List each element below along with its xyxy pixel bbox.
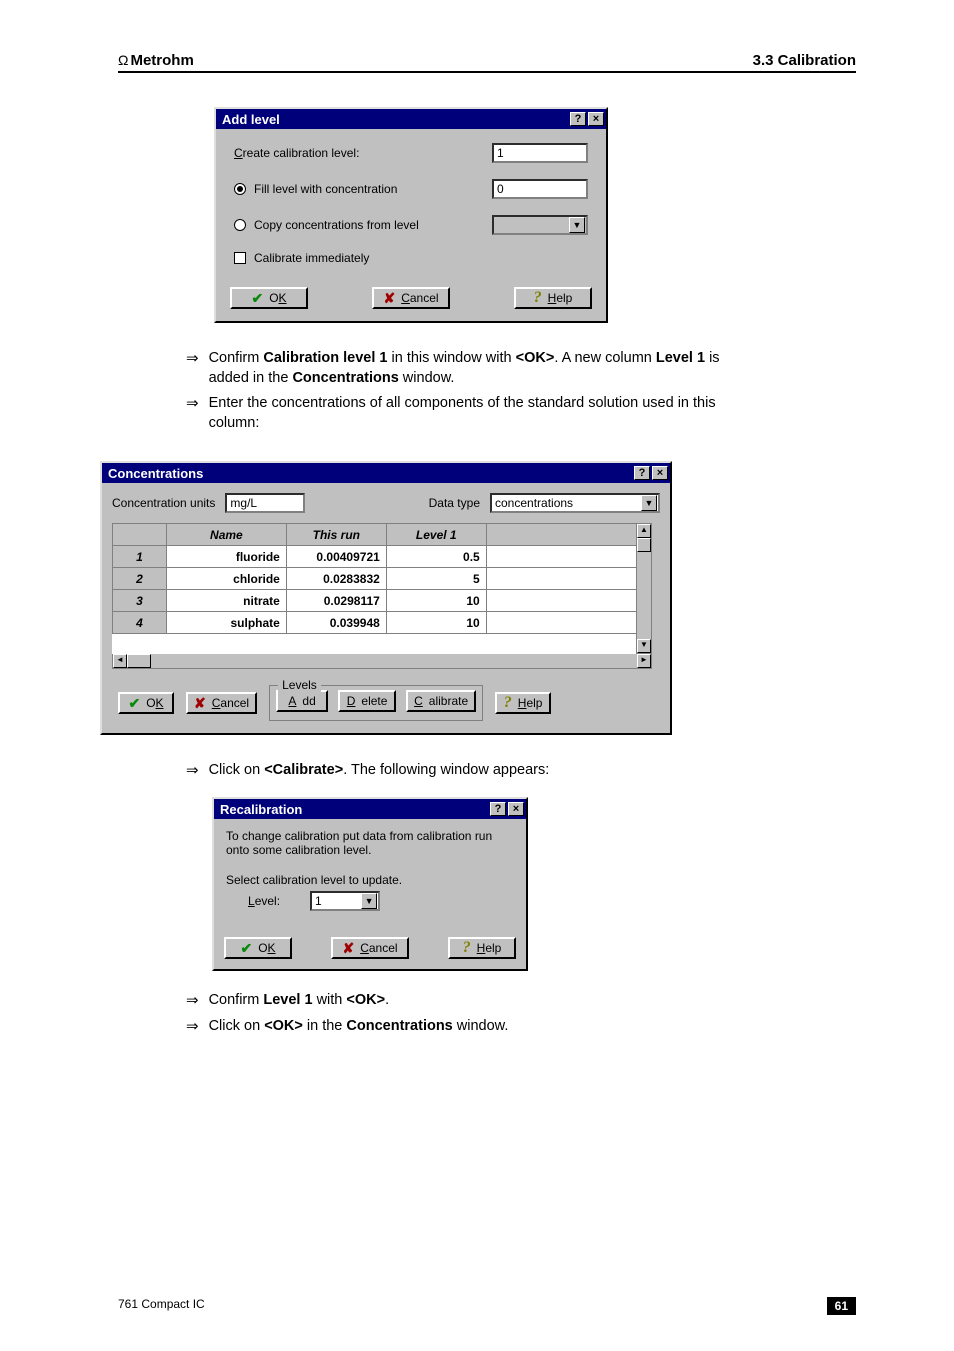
- cancel-button[interactable]: ✘Cancel: [372, 287, 450, 309]
- chevron-down-icon[interactable]: ▼: [361, 893, 377, 909]
- units-label: Concentration units: [112, 496, 215, 510]
- levels-group: Levels Add Delete Calibrate: [269, 685, 483, 721]
- title-help-icon[interactable]: ?: [570, 112, 586, 126]
- x-icon: ✘: [383, 291, 395, 305]
- chk-calibrate-immediately[interactable]: Calibrate immediately: [234, 251, 369, 265]
- dialog-title: Concentrations: [108, 466, 203, 481]
- dialog-title: Recalibration: [220, 802, 302, 817]
- add-button[interactable]: Add: [276, 690, 328, 712]
- datatype-combo[interactable]: concentrations▼: [490, 493, 660, 513]
- scroll-thumb[interactable]: [127, 654, 151, 668]
- check-icon: ✔: [128, 696, 140, 710]
- brand: ΩMetrohm: [118, 52, 194, 69]
- table-row[interactable]: 2chloride0.02838325: [113, 568, 637, 590]
- ok-button[interactable]: ✔OK: [118, 692, 174, 714]
- scroll-thumb[interactable]: [637, 538, 651, 552]
- check-icon: ✔: [240, 941, 252, 955]
- dialog-add-level: Add level ? × Create calibration level: …: [214, 107, 608, 323]
- help-button[interactable]: ?Help: [495, 692, 551, 714]
- instruction-line: ⇒ Enter the concentrations of all compon…: [186, 394, 746, 433]
- question-icon: ?: [463, 940, 471, 956]
- recal-message: To change calibration put data from cali…: [226, 829, 514, 857]
- scroll-right-icon[interactable]: ►: [637, 654, 651, 668]
- fill-value-input[interactable]: [492, 179, 588, 199]
- cancel-button[interactable]: ✘Cancel: [186, 692, 257, 714]
- scroll-up-icon[interactable]: ▲: [637, 524, 651, 538]
- chevron-down-icon[interactable]: ▼: [641, 495, 657, 511]
- delete-button[interactable]: Delete: [338, 690, 396, 712]
- level-combo[interactable]: 1▼: [310, 891, 380, 911]
- question-icon: ?: [504, 695, 512, 711]
- question-icon: ?: [534, 290, 542, 306]
- section-title: 3.3 Calibration: [753, 52, 856, 69]
- level-label: Level:: [248, 894, 280, 908]
- title-help-icon[interactable]: ?: [490, 802, 506, 816]
- vertical-scrollbar[interactable]: ▲ ▼: [636, 523, 652, 654]
- close-icon[interactable]: ×: [588, 112, 604, 126]
- table-row[interactable]: 4sulphate0.03994810: [113, 612, 637, 634]
- instruction-line: ⇒ Confirm Level 1 with <OK>.: [186, 991, 746, 1011]
- chevron-down-icon[interactable]: ▼: [569, 217, 585, 233]
- instruction-line: ⇒ Confirm Calibration level 1 in this wi…: [186, 349, 746, 388]
- instruction-line: ⇒ Click on <Calibrate>. The following wi…: [186, 761, 746, 781]
- close-icon[interactable]: ×: [508, 802, 524, 816]
- horizontal-scrollbar[interactable]: ◄ ►: [112, 653, 652, 669]
- concentrations-table: Name This run Level 1 1fluoride0.0040972…: [112, 523, 636, 654]
- calibrate-button[interactable]: Calibrate: [406, 690, 476, 712]
- page-number: 61: [827, 1297, 856, 1315]
- help-button[interactable]: ?Help: [514, 287, 592, 309]
- datatype-label: Data type: [429, 496, 480, 510]
- dialog-concentrations: Concentrations ? × Concentration units D…: [100, 461, 672, 735]
- table-row[interactable]: 1fluoride0.004097210.5: [113, 546, 637, 568]
- ok-button[interactable]: ✔OK: [224, 937, 292, 959]
- close-icon[interactable]: ×: [652, 466, 668, 480]
- instruction-line: ⇒ Click on <OK> in the Concentrations wi…: [186, 1017, 746, 1037]
- radio-fill-concentration[interactable]: Fill level with concentration: [234, 182, 492, 196]
- create-level-label: Create calibration level:: [234, 146, 492, 160]
- radio-copy-level[interactable]: Copy concentrations from level: [234, 218, 492, 232]
- check-icon: ✔: [251, 291, 263, 305]
- title-help-icon[interactable]: ?: [634, 466, 650, 480]
- ok-button[interactable]: ✔OK: [230, 287, 308, 309]
- help-button[interactable]: ?Help: [448, 937, 516, 959]
- scroll-left-icon[interactable]: ◄: [113, 654, 127, 668]
- recal-select-label: Select calibration level to update.: [226, 873, 514, 887]
- scroll-down-icon[interactable]: ▼: [637, 639, 651, 653]
- dialog-title: Add level: [222, 112, 280, 127]
- cancel-button[interactable]: ✘Cancel: [331, 937, 409, 959]
- footer-product: 761 Compact IC: [118, 1297, 205, 1315]
- dialog-recalibration: Recalibration ? × To change calibration …: [212, 797, 528, 971]
- x-icon: ✘: [342, 941, 354, 955]
- copy-level-combo[interactable]: ▼: [492, 215, 588, 235]
- table-row[interactable]: 3nitrate0.029811710: [113, 590, 637, 612]
- create-level-input[interactable]: [492, 143, 588, 163]
- x-icon: ✘: [194, 696, 206, 710]
- units-input[interactable]: [225, 493, 305, 513]
